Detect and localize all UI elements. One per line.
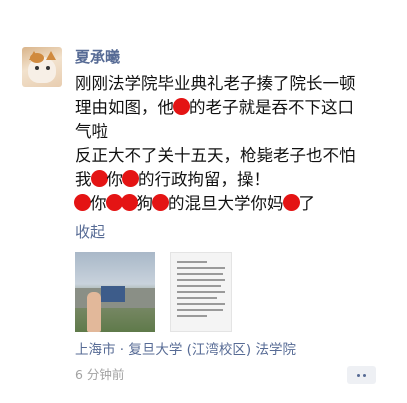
document-text-line xyxy=(177,291,225,293)
redaction-dot xyxy=(173,98,190,115)
post-line-4: 反正大不了关十五天，枪毙老子也不怕 xyxy=(75,144,395,168)
post-time: 6 分钟前 xyxy=(75,367,125,382)
post-text-segment: 刚刚法学院毕业典礼老子揍了院长一顿 xyxy=(75,74,356,93)
post-text-segment: 的混旦大学你妈 xyxy=(168,194,284,213)
post-text-segment: 我 xyxy=(75,170,92,189)
redaction-dot xyxy=(122,170,139,187)
redaction-dot xyxy=(152,194,169,211)
avatar-cat-ear-right xyxy=(46,51,56,60)
author-name[interactable]: 夏承曦 xyxy=(75,47,120,67)
photo-id-card xyxy=(101,286,125,302)
document-text-line xyxy=(177,273,223,275)
photo-hand xyxy=(87,292,101,332)
campus-photo[interactable] xyxy=(75,252,155,332)
redaction-dot xyxy=(105,194,123,211)
more-dots-icon xyxy=(357,374,360,377)
more-options-button[interactable] xyxy=(347,366,376,384)
post-text-segment: 的行政拘留，操！ xyxy=(138,170,270,189)
document-text-line xyxy=(177,303,225,305)
document-text-line xyxy=(177,285,221,287)
redaction-dot xyxy=(74,194,91,211)
location-link[interactable]: 上海市 · 复旦大学 (江湾校区) 法学院 xyxy=(75,341,296,359)
document-text-line xyxy=(177,315,207,317)
post-text-segment: 气啦 xyxy=(75,122,108,141)
redaction-dot xyxy=(90,170,108,187)
post-line-1: 刚刚法学院毕业典礼老子揍了院长一顿 xyxy=(75,72,395,96)
moments-post: 夏承曦 刚刚法学院毕业典礼老子揍了院长一顿 理由如图，他 的老子就是吞不下这口 气… xyxy=(0,0,407,403)
post-text: 刚刚法学院毕业典礼老子揍了院长一顿 理由如图，他 的老子就是吞不下这口 气啦 反正… xyxy=(74,72,395,216)
document-text-line xyxy=(177,267,225,269)
avatar-cat-eye-left xyxy=(35,66,39,70)
post-line-2: 理由如图，他 的老子就是吞不下这口 xyxy=(75,96,395,120)
document-text-line xyxy=(177,309,223,311)
document-photo[interactable] xyxy=(170,252,232,332)
post-text-segment: 理由如图，他 xyxy=(75,98,174,117)
document-text-line xyxy=(177,297,217,299)
redaction-dot xyxy=(282,194,300,211)
redaction-dot xyxy=(120,194,138,211)
post-text-segment: 的老子就是吞不下这口 xyxy=(189,98,354,117)
post-line-6: 你 狗的混旦大学你妈了 xyxy=(74,192,395,216)
post-text-segment: 你 xyxy=(106,170,124,189)
post-line-3: 气啦 xyxy=(75,120,395,144)
collapse-link[interactable]: 收起 xyxy=(75,222,105,242)
post-text-segment: 反正大不了关十五天，枪毙老子也不怕 xyxy=(75,146,356,165)
post-text-segment: 狗 xyxy=(136,194,154,213)
avatar-cat-eye-right xyxy=(46,66,50,70)
document-text-line xyxy=(177,261,207,263)
avatar-cat-ear-left xyxy=(29,51,39,60)
document-text-line xyxy=(177,279,225,281)
more-dots-icon xyxy=(363,374,366,377)
post-line-5: 我你的行政拘留，操！ xyxy=(75,168,395,192)
post-text-segment: 你 xyxy=(90,194,107,213)
post-text-segment: 了 xyxy=(298,194,316,213)
avatar[interactable] xyxy=(22,47,62,87)
